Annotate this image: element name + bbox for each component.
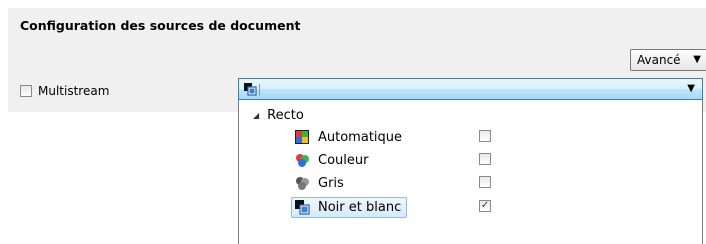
automatique-checkbox[interactable]: [479, 130, 491, 142]
tree-item-label: Automatique: [318, 129, 403, 145]
section-title: Configuration des sources de document: [20, 18, 301, 33]
multistream-option[interactable]: Multistream: [20, 84, 109, 98]
color-icon: [296, 154, 309, 167]
source-combo-box[interactable]: ▼: [238, 78, 703, 100]
tree-item-noir-et-blanc[interactable]: Noir et blanc ✓: [291, 196, 491, 218]
black-white-icon: [295, 200, 310, 215]
tree-item-content: Couleur: [291, 150, 374, 171]
tree-item-automatique[interactable]: Automatique: [291, 126, 491, 148]
tree-item-content: Automatique: [291, 127, 408, 148]
source-dropdown-list: ◢ Recto Automatique Couleur Gris Noir et…: [238, 100, 703, 244]
black-white-icon: [243, 82, 257, 99]
advanced-button-label: Avancé: [637, 53, 681, 67]
advanced-dropdown-button[interactable]: Avancé ▼: [630, 49, 706, 71]
gray-icon: [296, 177, 309, 190]
tree-item-couleur[interactable]: Couleur: [291, 149, 491, 171]
couleur-checkbox[interactable]: [479, 153, 491, 165]
tree-item-label: Noir et blanc: [318, 199, 402, 215]
text-caret: [259, 84, 260, 96]
auto-color-icon: [295, 130, 309, 144]
tree-item-content: Noir et blanc: [291, 196, 408, 218]
tree-root-recto[interactable]: ◢ Recto: [253, 108, 304, 123]
tree-item-content: Gris: [291, 173, 350, 194]
tree-item-gris[interactable]: Gris: [291, 172, 491, 194]
chevron-down-icon[interactable]: ▼: [687, 83, 695, 94]
noir-et-blanc-checkbox[interactable]: ✓: [479, 200, 491, 212]
tree-item-label: Gris: [318, 175, 344, 191]
gris-checkbox[interactable]: [479, 176, 491, 188]
chevron-down-icon: ▼: [693, 54, 701, 65]
multistream-checkbox[interactable]: [20, 85, 32, 97]
tree-item-label: Couleur: [318, 152, 369, 168]
multistream-label: Multistream: [38, 84, 110, 98]
tree-root-label: Recto: [267, 108, 304, 123]
expand-arrow-icon[interactable]: ◢: [253, 111, 259, 120]
